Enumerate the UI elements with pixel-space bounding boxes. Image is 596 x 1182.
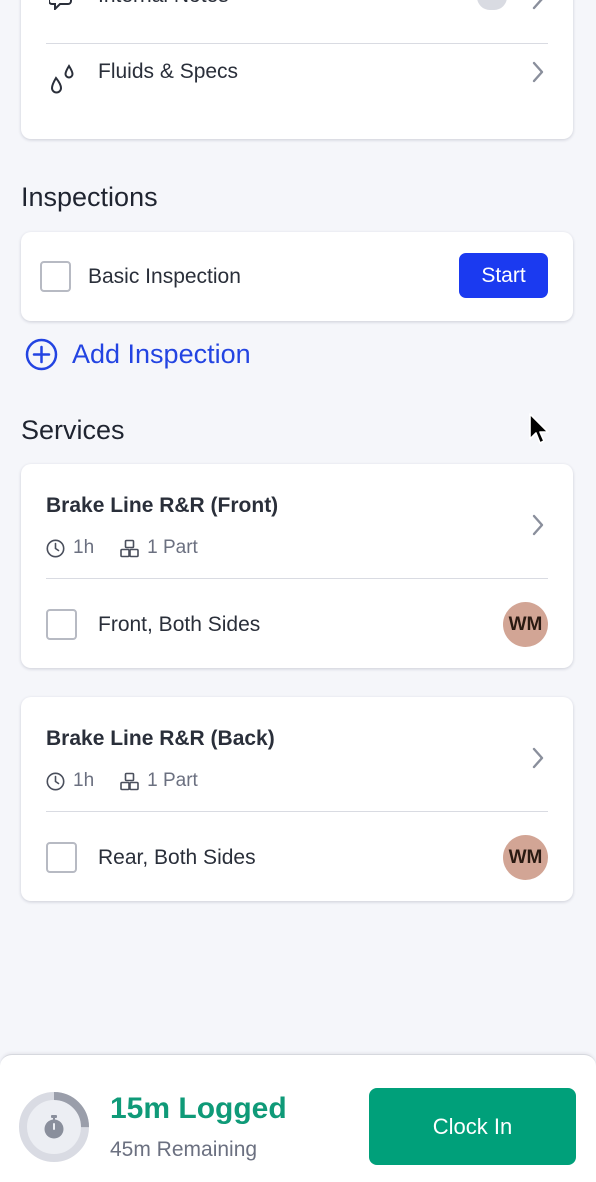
divider <box>46 811 548 812</box>
clock-icon <box>46 539 65 558</box>
time-tracking-bar: 15m Logged 45m Remaining Clock In <box>0 1054 596 1182</box>
service-hours: 1h <box>73 537 95 558</box>
service-header[interactable]: Brake Line R&R (Back) 1h 1 Part <box>21 697 573 811</box>
add-inspection-label: Add Inspection <box>72 338 251 369</box>
internal-notes-row[interactable]: Internal Notes <box>21 0 573 43</box>
inspection-label: Basic Inspection <box>88 265 241 288</box>
divider <box>46 578 548 579</box>
service-title: Brake Line R&R (Back) <box>46 727 275 750</box>
inspections-heading: Inspections <box>21 182 158 212</box>
service-meta: 1h 1 Part <box>46 537 198 559</box>
add-inspection-link[interactable]: Add Inspection <box>25 337 251 371</box>
fluids-specs-row[interactable]: Fluids & Specs <box>21 44 573 139</box>
time-logged: 15m Logged <box>110 1092 287 1125</box>
task-checkbox[interactable] <box>46 842 77 873</box>
service-header[interactable]: Brake Line R&R (Front) 1h 1 Part <box>21 464 573 578</box>
clock-icon <box>46 772 65 791</box>
mouse-cursor-icon <box>528 412 552 448</box>
service-parts: 1 Part <box>147 537 198 558</box>
timer-progress-ring <box>18 1091 90 1163</box>
task-label: Front, Both Sides <box>98 613 261 636</box>
plus-circle-icon <box>25 338 58 371</box>
chevron-right-icon <box>531 0 545 10</box>
fluids-specs-label: Fluids & Specs <box>98 60 239 83</box>
service-parts: 1 Part <box>147 770 198 791</box>
task-label: Rear, Both Sides <box>98 846 256 869</box>
service-meta: 1h 1 Part <box>46 770 198 792</box>
task-checkbox[interactable] <box>46 609 77 640</box>
chevron-right-icon <box>531 747 545 769</box>
service-title: Brake Line R&R (Front) <box>46 494 279 517</box>
parts-icon <box>120 772 139 791</box>
service-card: Brake Line R&R (Back) 1h 1 Part Rear, Bo… <box>21 697 573 901</box>
clock-in-button[interactable]: Clock In <box>369 1088 576 1165</box>
droplets-icon <box>49 64 77 96</box>
vehicle-info-card: Internal Notes Fluids & Specs <box>21 0 573 139</box>
services-heading: Services <box>21 415 125 445</box>
inspection-card: Basic Inspection Start <box>21 232 573 321</box>
avatar[interactable]: WM <box>503 602 548 647</box>
parts-icon <box>120 539 139 558</box>
inspection-checkbox[interactable] <box>40 261 71 292</box>
time-remaining: 45m Remaining <box>110 1138 258 1161</box>
notes-icon <box>48 0 77 12</box>
service-hours: 1h <box>73 770 95 791</box>
avatar[interactable]: WM <box>503 835 548 880</box>
start-inspection-button[interactable]: Start <box>459 253 548 298</box>
internal-notes-label: Internal Notes <box>98 0 229 8</box>
chevron-right-icon <box>531 61 545 83</box>
chevron-right-icon <box>531 514 545 536</box>
service-card: Brake Line R&R (Front) 1h 1 Part Front, … <box>21 464 573 668</box>
notes-count-badge <box>477 0 507 10</box>
